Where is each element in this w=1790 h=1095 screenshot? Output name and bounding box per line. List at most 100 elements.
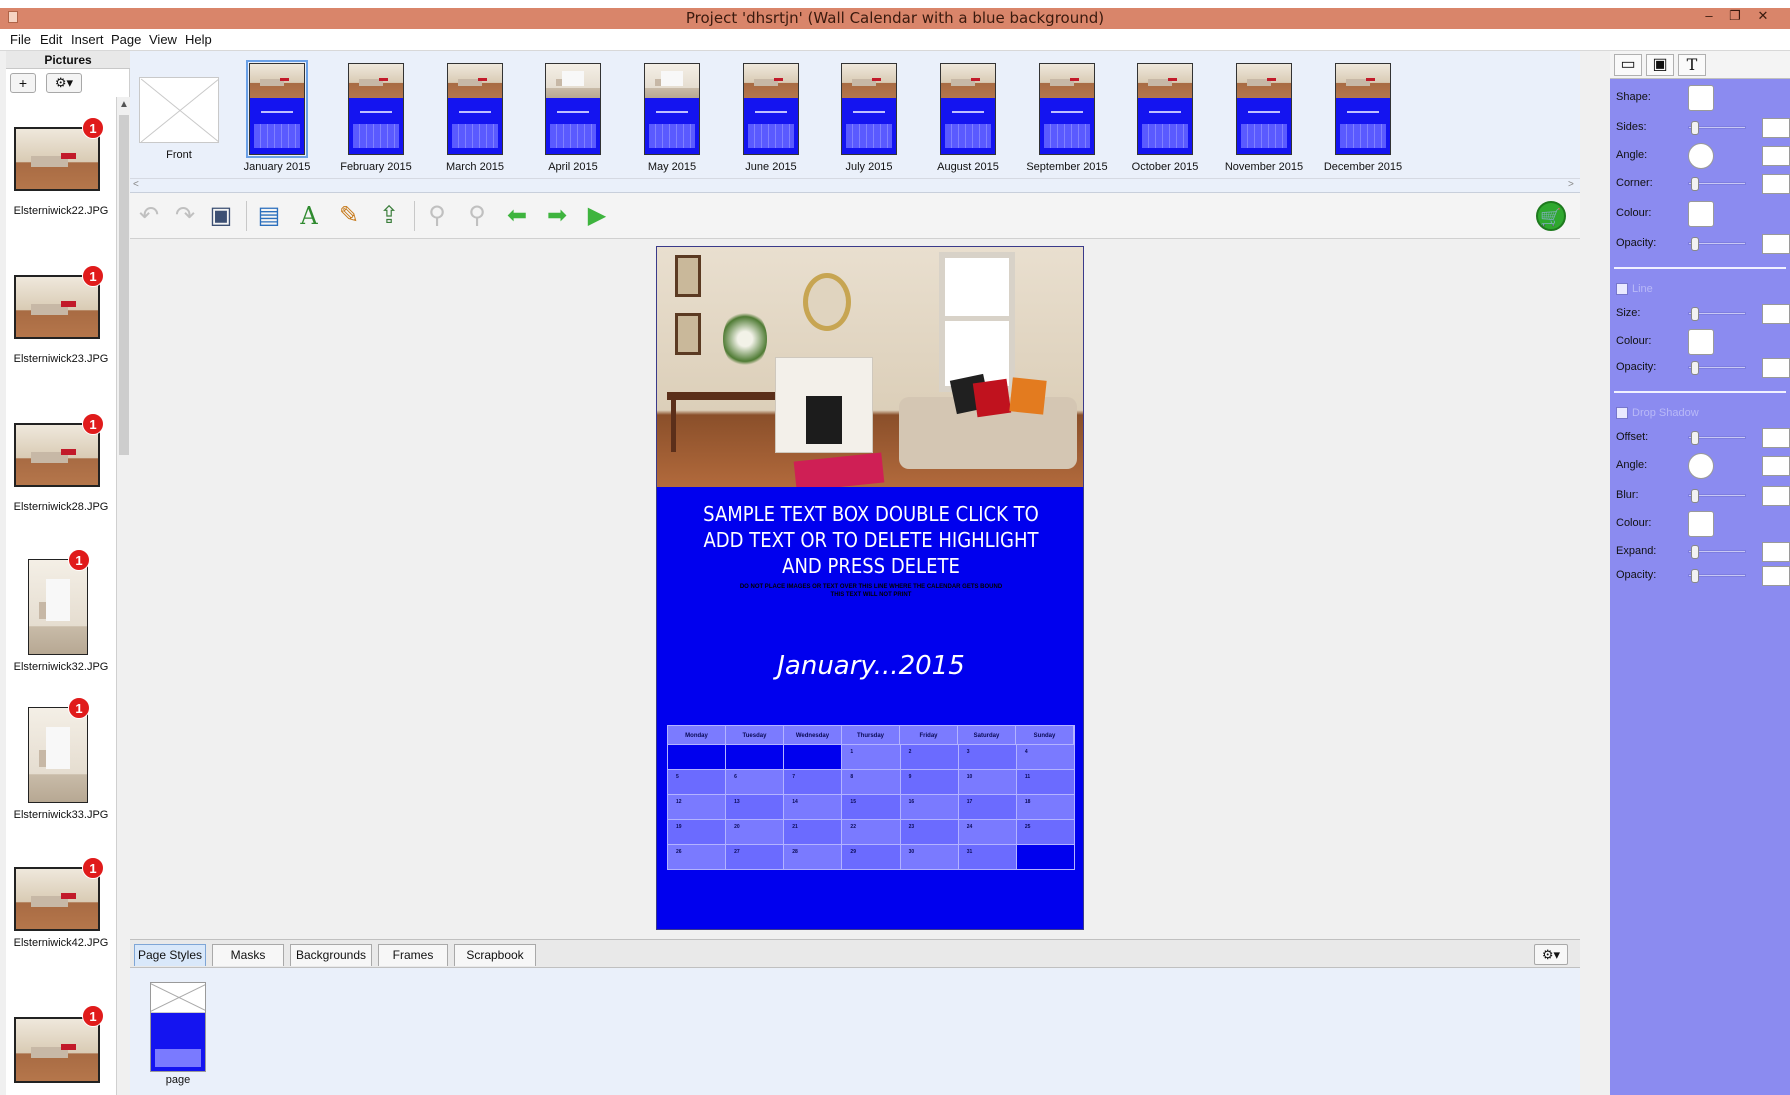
shadow-angle-dial[interactable] (1688, 453, 1714, 479)
line-colour-swatch[interactable] (1688, 329, 1714, 355)
line-size-value[interactable] (1762, 304, 1790, 324)
close-button[interactable]: ✕ (1752, 8, 1774, 24)
page-thumb-december[interactable]: December 2015 (1318, 51, 1408, 193)
page-thumb-march[interactable]: March 2015 (430, 51, 520, 193)
month-title[interactable]: January...2015 (657, 651, 1083, 681)
rectangle-icon[interactable]: ▭ (1614, 54, 1642, 76)
frame-icon[interactable]: ▣ (1646, 54, 1674, 76)
shadow-angle-value[interactable] (1762, 456, 1790, 476)
add-text-icon[interactable]: A (294, 201, 324, 231)
picture-item[interactable]: 1 Elsterniwick22.JPG (6, 117, 116, 257)
pictures-scrollbar[interactable]: ▲ ▼ (116, 97, 130, 1095)
undo-icon[interactable]: ↶ (134, 201, 164, 231)
shape-picker[interactable] (1688, 85, 1714, 111)
angle-dial[interactable] (1688, 143, 1714, 169)
line-opacity-slider[interactable] (1688, 361, 1746, 375)
restore-button[interactable]: ❐ (1724, 8, 1746, 24)
page-thumb-february[interactable]: February 2015 (331, 51, 421, 193)
shadow-expand-value[interactable] (1762, 542, 1790, 562)
page-thumb-august[interactable]: August 2015 (923, 51, 1013, 193)
scroll-thumb[interactable] (119, 115, 129, 455)
add-picture-button[interactable]: + (10, 73, 36, 93)
slider-handle[interactable] (1691, 121, 1699, 135)
opacity-slider[interactable] (1688, 237, 1746, 251)
page-thumb-january[interactable]: January 2015 (232, 51, 322, 193)
opacity-value[interactable] (1762, 234, 1790, 254)
page-thumb-november[interactable]: November 2015 (1219, 51, 1309, 193)
scroll-up-icon[interactable]: ▲ (117, 99, 131, 110)
shadow-expand-slider[interactable] (1688, 545, 1746, 559)
menu-help[interactable]: Help (185, 32, 212, 47)
next-page-icon[interactable]: ➡ (542, 201, 572, 231)
scroll-left-icon[interactable]: < (133, 179, 139, 190)
scroll-right-icon[interactable]: > (1568, 179, 1574, 190)
previous-page-icon[interactable]: ⬅ (502, 201, 532, 231)
slider-handle[interactable] (1691, 361, 1699, 375)
sides-slider[interactable] (1688, 121, 1746, 135)
page-thumb-may[interactable]: May 2015 (627, 51, 717, 193)
angle-value[interactable] (1762, 146, 1790, 166)
page-style-thumbnail[interactable] (150, 982, 206, 1072)
export-icon[interactable]: ⇪ (374, 201, 404, 231)
menu-view[interactable]: View (149, 32, 177, 47)
shadow-offset-slider[interactable] (1688, 431, 1746, 445)
sides-value[interactable] (1762, 118, 1790, 138)
calendar-page[interactable]: SAMPLE TEXT BOX DOUBLE CLICK TO ADD TEXT… (656, 246, 1084, 930)
menu-insert[interactable]: Insert (71, 32, 104, 47)
menu-file[interactable]: File (10, 32, 31, 47)
add-picture-icon[interactable]: ▤ (254, 201, 284, 231)
slider-handle[interactable] (1691, 177, 1699, 191)
drop-shadow-checkbox[interactable] (1616, 407, 1628, 419)
page-strip-scrollbar[interactable]: < > (130, 178, 1580, 192)
cart-icon[interactable]: 🛒 (1536, 201, 1566, 231)
zoom-out-icon[interactable]: ⚲ (422, 201, 452, 231)
picture-item[interactable]: 1 (6, 1005, 116, 1095)
shadow-colour-swatch[interactable] (1688, 511, 1714, 537)
picture-item[interactable]: 1 Elsterniwick33.JPG (6, 697, 116, 837)
page-thumb-october[interactable]: October 2015 (1120, 51, 1210, 193)
slider-handle[interactable] (1691, 237, 1699, 251)
picture-item[interactable]: 1 Elsterniwick28.JPG (6, 413, 116, 553)
redo-icon[interactable]: ↷ (170, 201, 200, 231)
sample-text-box[interactable]: SAMPLE TEXT BOX DOUBLE CLICK TO ADD TEXT… (696, 501, 1045, 579)
zoom-in-icon[interactable]: ⚲ (462, 201, 492, 231)
save-icon[interactable]: ▣ (206, 201, 236, 231)
pictures-settings-button[interactable]: ⚙▾ (46, 73, 82, 93)
slider-handle[interactable] (1691, 307, 1699, 321)
line-size-slider[interactable] (1688, 307, 1746, 321)
page-thumb-july[interactable]: July 2015 (824, 51, 914, 193)
shadow-offset-value[interactable] (1762, 428, 1790, 448)
page-thumb-front[interactable]: Front (134, 51, 224, 193)
edit-text-icon[interactable]: ✎ (334, 201, 364, 231)
tab-scrapbook[interactable]: Scrapbook (454, 944, 536, 966)
tab-frames[interactable]: Frames (378, 944, 448, 966)
picture-item[interactable]: 1 Elsterniwick42.JPG (6, 857, 116, 997)
library-settings-button[interactable]: ⚙▾ (1534, 944, 1568, 965)
page-photo[interactable] (657, 247, 1083, 487)
line-checkbox[interactable] (1616, 283, 1628, 295)
shadow-opacity-slider[interactable] (1688, 569, 1746, 583)
menu-page[interactable]: Page (111, 32, 141, 47)
tab-masks[interactable]: Masks (212, 944, 284, 966)
shadow-blur-slider[interactable] (1688, 489, 1746, 503)
slider-handle[interactable] (1691, 431, 1699, 445)
menu-edit[interactable]: Edit (40, 32, 62, 47)
picture-item[interactable]: 1 Elsterniwick32.JPG (6, 549, 116, 689)
text-icon[interactable]: T (1678, 54, 1706, 76)
page-thumb-april[interactable]: April 2015 (528, 51, 618, 193)
tab-page-styles[interactable]: Page Styles (134, 944, 206, 966)
play-icon[interactable]: ▶ (582, 201, 612, 231)
minimize-button[interactable]: – (1698, 8, 1720, 23)
shadow-blur-value[interactable] (1762, 486, 1790, 506)
slider-handle[interactable] (1691, 545, 1699, 559)
tab-backgrounds[interactable]: Backgrounds (290, 944, 372, 966)
page-thumb-september[interactable]: September 2015 (1022, 51, 1112, 193)
slider-handle[interactable] (1691, 489, 1699, 503)
line-opacity-value[interactable] (1762, 358, 1790, 378)
picture-item[interactable]: 1 Elsterniwick23.JPG (6, 265, 116, 405)
colour-swatch[interactable] (1688, 201, 1714, 227)
corner-value[interactable] (1762, 174, 1790, 194)
slider-handle[interactable] (1691, 569, 1699, 583)
shadow-opacity-value[interactable] (1762, 566, 1790, 586)
page-thumb-june[interactable]: June 2015 (726, 51, 816, 193)
